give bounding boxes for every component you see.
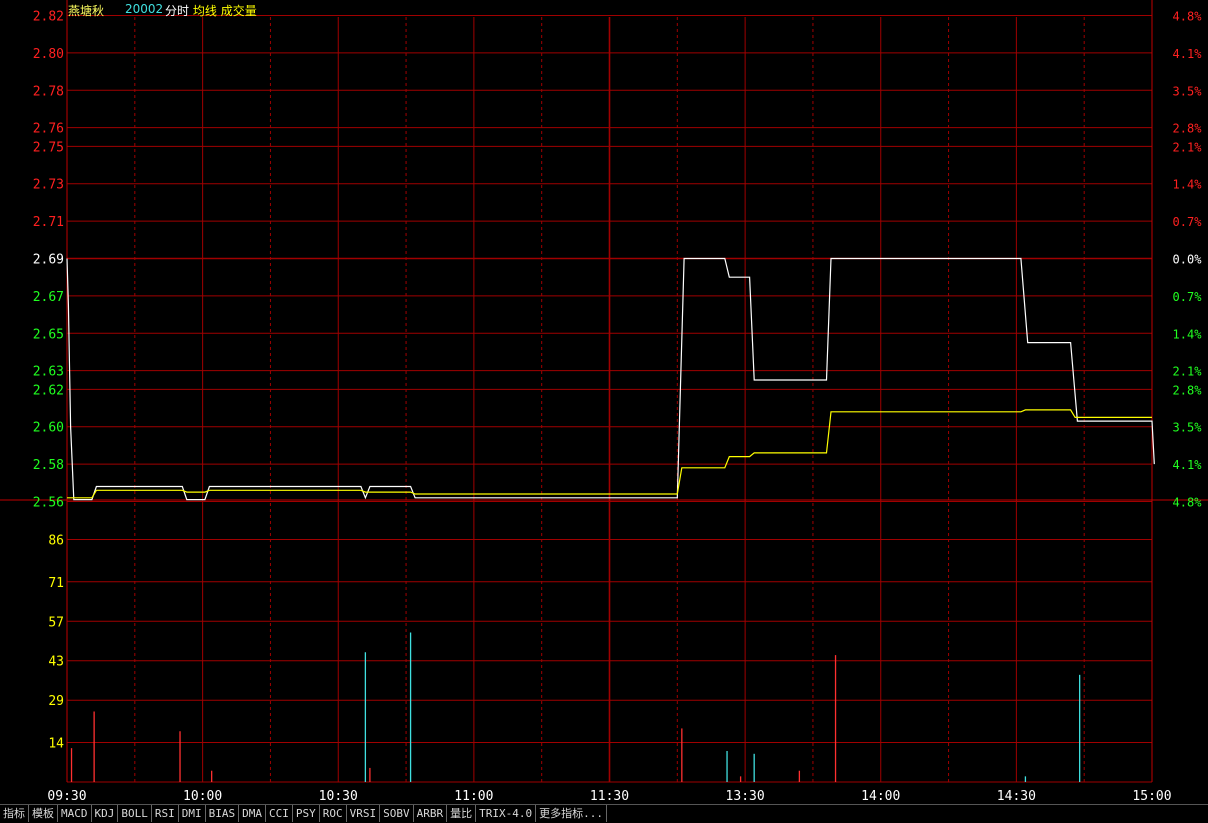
price-tick-label: 2.82 bbox=[33, 10, 64, 25]
intraday-chart[interactable]: 2.82 2.80 2.78 2.76 2.75 2.73 2.71 2.69 2.67 2.65… bbox=[0, 0, 1208, 804]
indicator-tab[interactable]: ROC bbox=[320, 805, 347, 822]
time-tick-label: 11:00 bbox=[454, 789, 493, 804]
indicator-tab[interactable]: BIAS bbox=[206, 805, 240, 822]
percent-tick-label: 2.1% bbox=[1173, 365, 1203, 379]
price-tick-label: 2.75 bbox=[33, 140, 64, 155]
indicator-tab[interactable]: DMA bbox=[239, 805, 266, 822]
volume-tick-label: 57 bbox=[48, 615, 64, 630]
indicator-tab[interactable]: KDJ bbox=[92, 805, 119, 822]
time-tick-label: 11:30 bbox=[590, 789, 629, 804]
percent-tick-label: 2.8% bbox=[1173, 122, 1203, 136]
indicator-tab-bar: 指标 模板 MACD KDJ BOLL RSI DMI BIAS DMA CCI PSY ROC VRS… bbox=[0, 804, 1208, 823]
indicator-tab[interactable]: BOLL bbox=[118, 805, 152, 822]
volume-tick-label: 43 bbox=[48, 655, 64, 670]
percent-axis: 4.8% 4.1% 3.5% 2.8% 2.1% 1.4% 0.7% 0.0% 0.7% 1.4%… bbox=[1173, 10, 1203, 510]
indicator-tab[interactable]: 指标 bbox=[0, 805, 29, 822]
legend-price: 分时 bbox=[165, 4, 190, 18]
percent-tick-label: 4.1% bbox=[1173, 458, 1203, 472]
percent-tick-label: 4.8% bbox=[1173, 495, 1203, 509]
price-lines bbox=[66, 257, 1155, 501]
indicator-tab[interactable]: SOBV bbox=[380, 805, 414, 822]
price-tick-label: 2.80 bbox=[33, 47, 64, 62]
price-tick-label: 2.60 bbox=[33, 421, 64, 436]
indicator-tab[interactable]: MACD bbox=[58, 805, 92, 822]
indicator-tab[interactable]: CCI bbox=[266, 805, 293, 822]
percent-tick-label: 0.7% bbox=[1173, 290, 1203, 304]
time-tick-label: 14:30 bbox=[997, 789, 1036, 804]
price-tick-label: 2.62 bbox=[33, 383, 64, 398]
chart-grid bbox=[0, 0, 1208, 783]
volume-tick-label: 71 bbox=[48, 576, 64, 591]
percent-tick-label: 3.5% bbox=[1173, 84, 1203, 98]
indicator-tab[interactable]: 更多指标... bbox=[536, 805, 607, 822]
indicator-tab[interactable]: ARBR bbox=[414, 805, 448, 822]
indicator-tab[interactable]: 模板 bbox=[29, 805, 58, 822]
price-tick-label: 2.78 bbox=[33, 84, 64, 99]
price-tick-label: 2.63 bbox=[33, 365, 64, 380]
indicator-tab[interactable]: RSI bbox=[152, 805, 179, 822]
price-line bbox=[66, 257, 1155, 501]
price-tick-label: 2.69 bbox=[33, 253, 64, 268]
percent-tick-label: 1.4% bbox=[1173, 178, 1203, 192]
stock-name: 燕塘秋 bbox=[68, 4, 105, 18]
price-tick-label: 2.76 bbox=[33, 122, 64, 137]
price-tick-label: 2.56 bbox=[33, 495, 64, 510]
percent-tick-label: 0.7% bbox=[1173, 215, 1203, 229]
volume-axis: 86 71 57 43 29 14 bbox=[48, 533, 64, 751]
stock-code: 20002 bbox=[125, 2, 164, 16]
volume-tick-label: 14 bbox=[48, 737, 64, 752]
volume-bars bbox=[70, 632, 1081, 782]
percent-tick-label: 4.8% bbox=[1173, 10, 1203, 24]
price-tick-label: 2.71 bbox=[33, 215, 64, 230]
price-tick-label: 2.73 bbox=[33, 178, 64, 193]
indicator-legend: 分时 均线 成交量 bbox=[165, 2, 257, 19]
percent-tick-label: 4.1% bbox=[1173, 47, 1203, 61]
indicator-tab[interactable]: 量比 bbox=[447, 805, 477, 822]
indicator-tab[interactable]: PSY bbox=[293, 805, 320, 822]
volume-tick-label: 86 bbox=[48, 533, 64, 548]
legend-avg: 均线 bbox=[192, 4, 217, 18]
percent-tick-label: 3.5% bbox=[1173, 421, 1203, 435]
indicator-tab[interactable]: DMI bbox=[179, 805, 206, 822]
indicator-tab[interactable]: VRSI bbox=[347, 805, 381, 822]
percent-tick-label: 2.8% bbox=[1173, 383, 1203, 397]
price-axis: 2.82 2.80 2.78 2.76 2.75 2.73 2.71 2.69 2.67 2.65… bbox=[33, 10, 64, 511]
time-tick-label: 15:00 bbox=[1132, 789, 1171, 804]
price-tick-label: 2.65 bbox=[33, 327, 64, 342]
time-tick-label: 14:00 bbox=[861, 789, 900, 804]
percent-tick-label: 0.0% bbox=[1173, 253, 1203, 267]
time-tick-label: 10:30 bbox=[319, 789, 358, 804]
time-tick-label: 13:30 bbox=[726, 789, 765, 804]
legend-volume: 成交量 bbox=[220, 4, 257, 18]
percent-tick-label: 2.1% bbox=[1173, 140, 1203, 154]
percent-tick-label: 1.4% bbox=[1173, 327, 1203, 341]
time-tick-label: 10:00 bbox=[183, 789, 222, 804]
time-tick-label: 09:30 bbox=[47, 789, 86, 804]
time-axis: 09:30 10:00 10:30 11:00 11:30 13:30 14:00 14:30… bbox=[47, 789, 1171, 804]
volume-tick-label: 29 bbox=[48, 694, 64, 709]
price-tick-label: 2.67 bbox=[33, 290, 64, 305]
indicator-tab[interactable]: TRIX-4.0 bbox=[476, 805, 537, 822]
price-tick-label: 2.58 bbox=[33, 458, 64, 473]
